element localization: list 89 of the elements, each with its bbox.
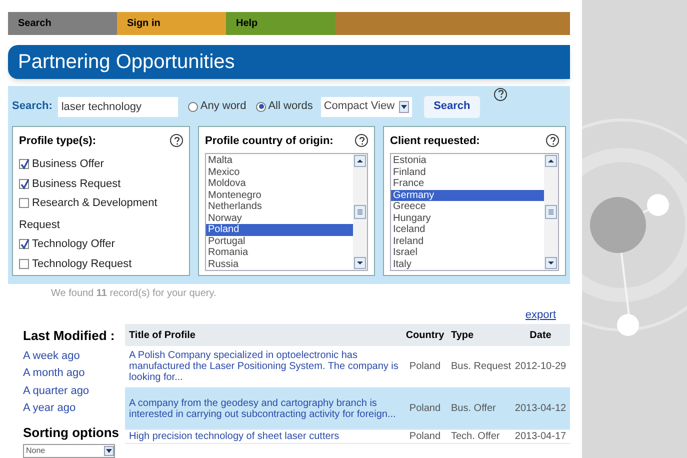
- scrollbar[interactable]: [544, 154, 558, 270]
- search-field[interactable]: laser technology: [58, 96, 178, 116]
- list-option[interactable]: Hungary: [391, 212, 544, 224]
- table-cell-text: Tech. Offer: [450, 430, 501, 444]
- scroll-up-button[interactable]: [354, 155, 366, 167]
- help-icon[interactable]: [355, 134, 368, 148]
- search-button[interactable]: Search: [424, 96, 480, 118]
- panel-title: Profile type(s):: [19, 134, 96, 148]
- table-row[interactable]: A company from the geodesy and cartography branch is interested in carrying out subcontracting activity for foreign... Poland Bus. Offer 2013-04-12: [125, 388, 570, 430]
- checkbox-option[interactable]: Research & Development: [19, 195, 183, 212]
- search-label: Search:: [12, 99, 52, 114]
- result-summary: We found 11 record(s) for your query.: [51, 286, 218, 300]
- checkbox-option[interactable]: Technology Offer: [19, 236, 183, 252]
- filter-link[interactable]: A year ago: [23, 400, 76, 416]
- radio-option[interactable]: All words: [256, 98, 313, 115]
- list-option[interactable]: Iceland: [391, 224, 544, 236]
- list-option[interactable]: Ireland: [391, 236, 544, 247]
- checkmark-icon: [20, 178, 30, 190]
- checkbox-option[interactable]: Business Request: [19, 176, 183, 192]
- export-link[interactable]: export: [525, 306, 556, 323]
- checkbox[interactable]: [19, 198, 29, 208]
- table-cell-text: 2012-10-29: [514, 360, 568, 374]
- list-option[interactable]: Italy: [391, 258, 544, 270]
- dropdown-arrow-icon: [104, 446, 114, 456]
- radio-option[interactable]: Any word: [188, 98, 246, 115]
- table-row[interactable]: High precision technology of sheet laser cutters Poland Tech. Offer 2013-04-17: [125, 430, 570, 444]
- list-option[interactable]: Finland: [391, 166, 544, 178]
- table-cell-text: 2013-04-12: [514, 402, 568, 416]
- profile-title-link[interactable]: High precision technology of sheet laser cutters: [125, 431, 403, 442]
- help-icon[interactable]: [494, 88, 508, 100]
- list-option[interactable]: Poland: [206, 224, 353, 236]
- table-cell-text: Poland: [408, 402, 442, 416]
- section-heading: Sorting options: [23, 424, 120, 442]
- section-heading: Last Modified :: [23, 327, 116, 345]
- scroll-thumb[interactable]: [545, 205, 557, 219]
- checkbox[interactable]: [19, 159, 29, 170]
- list-option[interactable]: Mexico: [206, 166, 353, 178]
- checkbox-option[interactable]: Technology Request: [19, 256, 183, 272]
- list-option[interactable]: Norway: [206, 212, 353, 224]
- checkbox[interactable]: [19, 258, 29, 269]
- listbox[interactable]: Estonia Finland France Germany Greece Hungary Iceland Ireland Israel Italy: [390, 153, 559, 271]
- list-option[interactable]: France: [391, 178, 544, 190]
- scroll-thumb[interactable]: [354, 205, 366, 219]
- table-cell-text: 2013-04-17: [514, 430, 568, 444]
- checkbox[interactable]: [19, 178, 29, 189]
- nav-tab[interactable]: Search: [8, 12, 117, 35]
- list-option[interactable]: Montenegro: [206, 190, 353, 201]
- list-option[interactable]: Malta: [206, 155, 353, 166]
- table-cell-text: Poland: [408, 360, 442, 374]
- table-cell-text: Bus. Request: [450, 360, 511, 374]
- view-select[interactable]: Compact View: [320, 96, 412, 116]
- table-cell-text: Poland: [408, 430, 442, 444]
- list-option[interactable]: Romania: [206, 247, 353, 258]
- checkmark-icon: [20, 159, 30, 170]
- list-option[interactable]: Germany: [391, 190, 544, 201]
- listbox[interactable]: Malta Mexico Moldova Montenegro Netherlands Norway Poland Portugal Romania Russia: [205, 153, 368, 271]
- nav-tab[interactable]: Sign in: [117, 12, 226, 35]
- scrollbar[interactable]: [353, 154, 367, 270]
- nav-tab[interactable]: Help: [226, 12, 335, 35]
- scroll-up-button[interactable]: [545, 155, 557, 167]
- page-title-banner: Partnering Opportunities: [8, 44, 570, 78]
- list-option[interactable]: Greece: [391, 201, 544, 212]
- column-header: Title of Profile: [128, 328, 196, 342]
- checkbox[interactable]: [19, 239, 29, 250]
- table-cell-text: Bus. Offer: [450, 402, 497, 416]
- list-option[interactable]: Netherlands: [206, 201, 353, 212]
- help-icon[interactable]: [170, 134, 183, 148]
- list-option[interactable]: Russia: [206, 258, 353, 270]
- scroll-down-button[interactable]: [354, 257, 366, 269]
- profile-title-link[interactable]: A Polish Company specialized in optoelectronic has manufactured the Laser Positioning System. The company is looking for...: [125, 350, 403, 383]
- panel-title: Client requested:: [390, 134, 480, 148]
- scroll-down-button[interactable]: [545, 257, 557, 269]
- checkmark-icon: [20, 239, 30, 250]
- column-header: Date: [528, 328, 552, 342]
- list-option[interactable]: Portugal: [206, 236, 353, 247]
- list-option[interactable]: Estonia: [391, 155, 544, 166]
- filter-link[interactable]: A month ago: [23, 365, 85, 382]
- checkbox-option[interactable]: Business Offer: [19, 156, 183, 172]
- list-option[interactable]: Moldova: [206, 178, 353, 190]
- panel-title: Profile country of origin:: [205, 134, 334, 148]
- help-icon[interactable]: [546, 134, 559, 148]
- sorting-select[interactable]: None: [23, 444, 115, 458]
- group-label: Request: [19, 218, 61, 232]
- list-option[interactable]: Israel: [391, 247, 544, 258]
- column-header: Country: [404, 328, 446, 342]
- filter-link[interactable]: A quarter ago: [23, 382, 90, 399]
- filter-link[interactable]: A week ago: [23, 348, 80, 364]
- profile-title-link[interactable]: A company from the geodesy and cartography branch is interested in carrying out subcontracting activity for foreign...: [125, 398, 403, 420]
- column-header: Type: [450, 328, 475, 342]
